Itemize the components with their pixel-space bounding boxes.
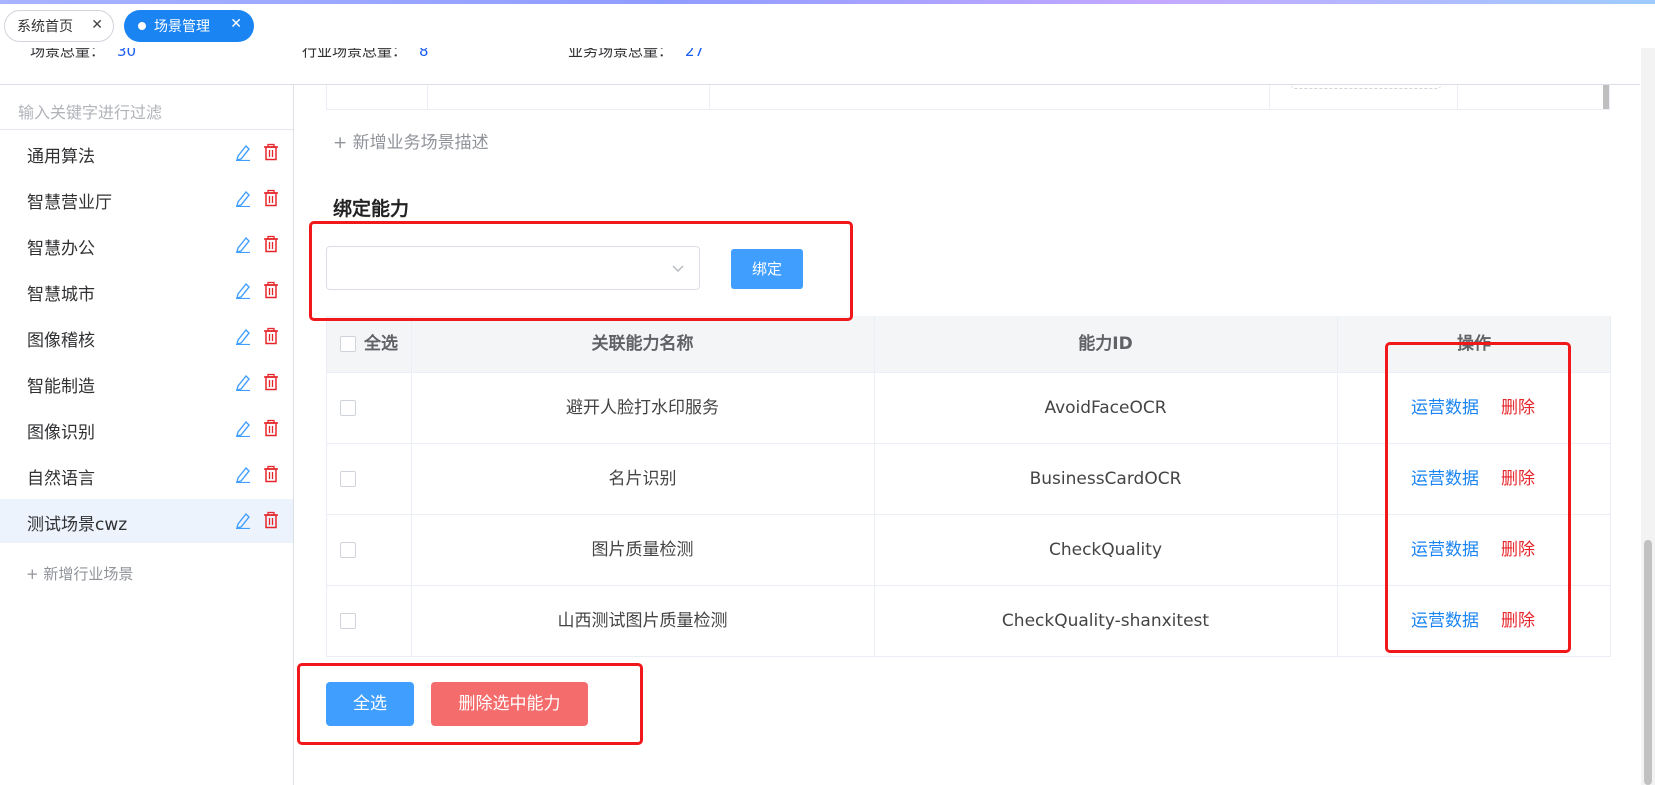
sidebar-item[interactable]: 图像识别	[0, 407, 293, 451]
trash-icon[interactable]	[262, 143, 280, 161]
sidebar-item-label: 智慧城市	[27, 285, 95, 305]
tab-home-label: 系统首页	[17, 19, 73, 35]
sidebar-item-label: 自然语言	[27, 469, 95, 489]
sidebar-item[interactable]: 智能制造	[0, 361, 293, 405]
tab-bar: 系统首页 ✕ 场景管理 ✕	[0, 4, 1655, 48]
annotation-box-actions	[1385, 342, 1571, 653]
stat-total-label: 场景总量：	[30, 48, 106, 60]
edit-icon[interactable]	[234, 281, 252, 299]
stat-business: 业务场景总量： 27	[568, 48, 704, 61]
sidebar-item-label: 智慧营业厅	[27, 193, 112, 213]
tab-scene-label: 场景管理	[154, 19, 210, 35]
trash-icon[interactable]	[262, 511, 280, 529]
edit-icon[interactable]	[234, 143, 252, 161]
sidebar-item[interactable]: 智慧办公	[0, 223, 293, 267]
trash-icon[interactable]	[262, 373, 280, 391]
close-icon[interactable]: ✕	[230, 16, 242, 32]
stat-total: 场景总量： 30	[30, 48, 136, 61]
edit-icon[interactable]	[234, 235, 252, 253]
trash-icon[interactable]	[262, 327, 280, 345]
tab-scene-management[interactable]: 场景管理 ✕	[124, 10, 254, 42]
annotation-box-bind	[309, 221, 853, 321]
scene-sidebar: 输入关键字进行过滤 通用算法智慧营业厅智慧办公智慧城市图像稽核智能制造图像识别自…	[0, 85, 294, 785]
stat-industry: 行业场景总量： 8	[302, 48, 429, 61]
trash-icon[interactable]	[262, 419, 280, 437]
page-scrollbar-thumb[interactable]	[1644, 540, 1652, 785]
active-dot-icon	[138, 22, 146, 30]
inner-scrollbar[interactable]	[1603, 85, 1609, 109]
trash-icon[interactable]	[262, 465, 280, 483]
stat-industry-value: 8	[419, 48, 429, 60]
bind-section-title: 绑定能力	[333, 198, 410, 220]
stat-industry-label: 行业场景总量：	[302, 48, 408, 60]
sidebar-item[interactable]: 智慧城市	[0, 269, 293, 313]
divider	[1457, 85, 1458, 110]
stat-business-value: 27	[685, 48, 705, 60]
sidebar-item[interactable]: 智慧营业厅	[0, 177, 293, 221]
sidebar-item-label: 图像稽核	[27, 331, 95, 351]
trash-icon[interactable]	[262, 189, 280, 207]
divider	[1269, 85, 1270, 110]
sidebar-item-label: 图像识别	[27, 423, 95, 443]
sidebar-item-label: 通用算法	[27, 147, 95, 167]
divider	[0, 129, 293, 130]
add-business-desc-button[interactable]: + 新增业务场景描述	[333, 128, 489, 153]
sidebar-item[interactable]: 图像稽核	[0, 315, 293, 359]
sidebar-item[interactable]: 通用算法	[0, 131, 293, 175]
sidebar-item-label: 测试场景cwz	[27, 515, 128, 535]
stat-total-value: 30	[117, 48, 137, 60]
divider	[709, 85, 710, 110]
annotation-box-buttons	[297, 663, 643, 745]
edit-icon[interactable]	[234, 327, 252, 345]
trash-icon[interactable]	[262, 235, 280, 253]
edit-icon[interactable]	[234, 189, 252, 207]
sidebar-item[interactable]: 自然语言	[0, 453, 293, 497]
edit-icon[interactable]	[234, 465, 252, 483]
dashed-upload-area	[1290, 78, 1442, 89]
edit-icon[interactable]	[234, 419, 252, 437]
trash-icon[interactable]	[262, 281, 280, 299]
tab-home[interactable]: 系统首页 ✕	[4, 10, 114, 42]
stat-business-label: 业务场景总量：	[568, 48, 674, 60]
edit-icon[interactable]	[234, 511, 252, 529]
sidebar-item-label: 智慧办公	[27, 239, 95, 259]
sidebar-item[interactable]: 测试场景cwz	[0, 499, 293, 543]
close-icon[interactable]: ✕	[91, 17, 103, 33]
edit-icon[interactable]	[234, 373, 252, 391]
sidebar-item-label: 智能制造	[27, 377, 95, 397]
add-industry-scene-button[interactable]: + 新增行业场景	[26, 563, 133, 584]
divider	[427, 85, 428, 110]
filter-input[interactable]: 输入关键字进行过滤	[18, 99, 162, 123]
